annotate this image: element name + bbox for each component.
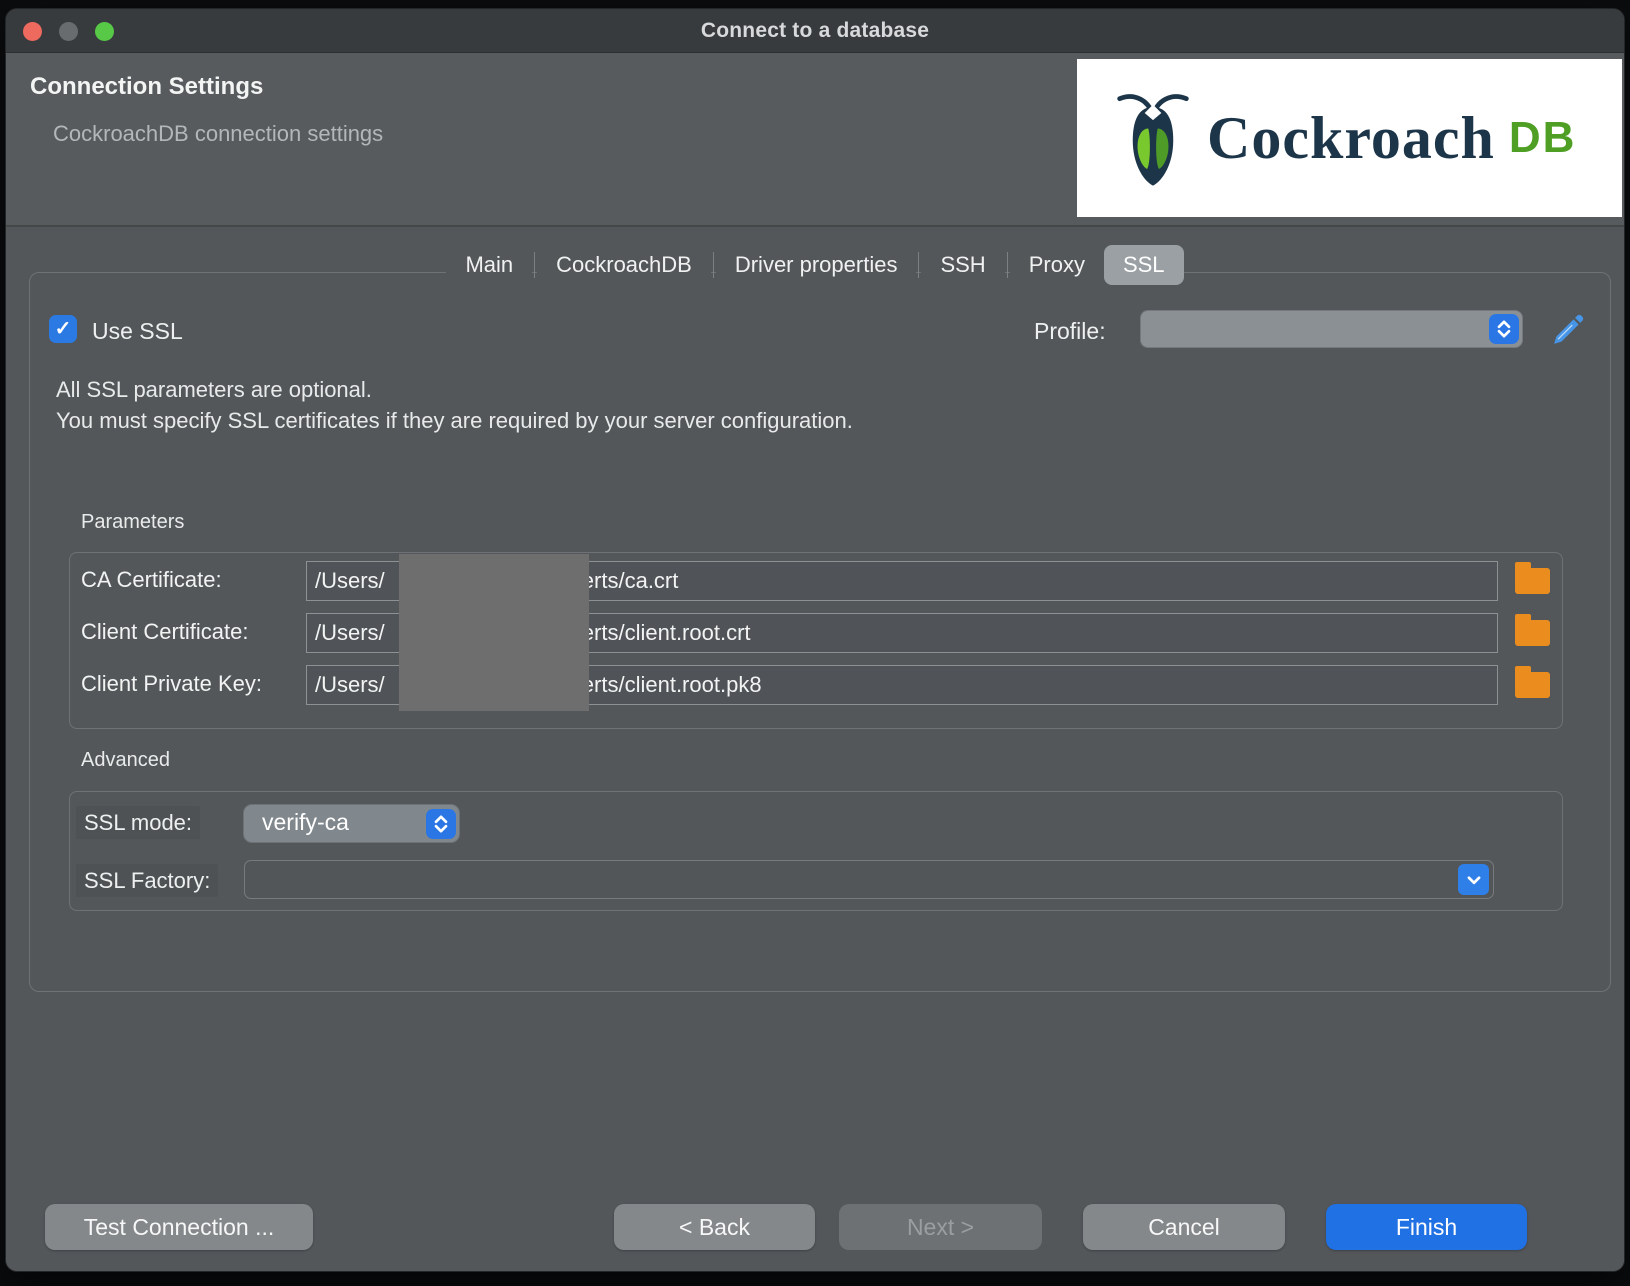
tab-cockroachdb[interactable]: CockroachDB — [537, 245, 711, 285]
dialog-header: Connection Settings CockroachDB connecti… — [6, 53, 1624, 225]
advanced-group-label: Advanced — [81, 749, 170, 772]
ssl-mode-dropdown[interactable]: verify-ca — [244, 805, 459, 842]
ssl-mode-label: SSL mode: — [76, 810, 200, 836]
browse-client-private-key-button[interactable] — [1512, 665, 1552, 705]
traffic-lights — [23, 22, 114, 41]
pencil-icon — [1551, 313, 1585, 347]
tab-ssl[interactable]: SSL — [1104, 245, 1184, 285]
use-ssl-label: Use SSL — [92, 318, 183, 345]
up-down-chevrons-icon — [426, 809, 456, 839]
cockroachdb-logo: Cockroach DB — [1077, 59, 1622, 217]
test-connection-button[interactable]: Test Connection ... — [45, 1204, 313, 1250]
cockroach-bug-icon — [1117, 88, 1189, 188]
ca-certificate-label: CA Certificate: — [81, 567, 222, 593]
tab-proxy[interactable]: Proxy — [1010, 245, 1104, 285]
tab-separator — [534, 252, 535, 278]
path-prefix: /Users/ — [315, 568, 385, 594]
ssl-factory-label-text: SSL Factory: — [76, 864, 218, 897]
profile-dropdown[interactable] — [1141, 311, 1522, 347]
tab-bar: Main CockroachDB Driver properties SSH P… — [6, 244, 1624, 286]
edit-profile-button[interactable] — [1551, 313, 1585, 347]
ssl-mode-label-text: SSL mode: — [76, 806, 200, 839]
logo-db-suffix: DB — [1509, 113, 1577, 163]
profile-label: Profile: — [1034, 318, 1106, 345]
tab-main[interactable]: Main — [446, 245, 532, 285]
tab-separator — [713, 252, 714, 278]
tab-separator — [918, 252, 919, 278]
ssl-info-line-1: All SSL parameters are optional. — [56, 377, 372, 403]
path-suffix: /certs/client.root.pk8 — [565, 672, 762, 698]
path-suffix: /certs/client.root.crt — [565, 620, 751, 646]
finish-button[interactable]: Finish — [1326, 1204, 1527, 1250]
up-down-chevrons-icon — [1489, 314, 1519, 344]
use-ssl-checkbox[interactable]: ✓ — [49, 315, 77, 343]
checkmark-icon: ✓ — [55, 319, 72, 339]
folder-icon — [1515, 672, 1550, 698]
folder-icon — [1515, 568, 1550, 594]
parameters-group-label: Parameters — [81, 511, 184, 534]
browse-client-certificate-button[interactable] — [1512, 613, 1552, 653]
connect-database-dialog: Connect to a database Connection Setting… — [5, 8, 1625, 1272]
browse-ca-certificate-button[interactable] — [1512, 561, 1552, 601]
tab-separator — [1007, 252, 1008, 278]
back-button[interactable]: < Back — [614, 1204, 815, 1250]
ssl-info-line-2: You must specify SSL certificates if the… — [56, 408, 853, 434]
dialog-content: Main CockroachDB Driver properties SSH P… — [6, 227, 1624, 1271]
chevron-down-icon[interactable] — [1458, 864, 1489, 895]
client-certificate-label: Client Certificate: — [81, 619, 249, 645]
logo-wordmark: Cockroach — [1207, 104, 1495, 173]
page-subtitle: CockroachDB connection settings — [53, 121, 383, 147]
minimize-icon[interactable] — [59, 22, 78, 41]
ssl-mode-value: verify-ca — [262, 809, 349, 836]
path-prefix: /Users/ — [315, 672, 385, 698]
page-title: Connection Settings — [30, 73, 263, 101]
close-icon[interactable] — [23, 22, 42, 41]
ssl-factory-label: SSL Factory: — [76, 868, 218, 894]
window-title: Connect to a database — [701, 19, 929, 43]
folder-icon — [1515, 620, 1550, 646]
next-button: Next > — [839, 1204, 1042, 1250]
path-prefix: /Users/ — [315, 620, 385, 646]
title-bar: Connect to a database — [6, 9, 1624, 53]
client-private-key-label: Client Private Key: — [81, 671, 262, 697]
tab-driver-properties[interactable]: Driver properties — [716, 245, 917, 285]
ssl-factory-combo[interactable] — [244, 860, 1494, 899]
tab-ssh[interactable]: SSH — [921, 245, 1004, 285]
cancel-button[interactable]: Cancel — [1083, 1204, 1285, 1250]
zoom-icon[interactable] — [95, 22, 114, 41]
redaction-overlay — [399, 554, 589, 711]
